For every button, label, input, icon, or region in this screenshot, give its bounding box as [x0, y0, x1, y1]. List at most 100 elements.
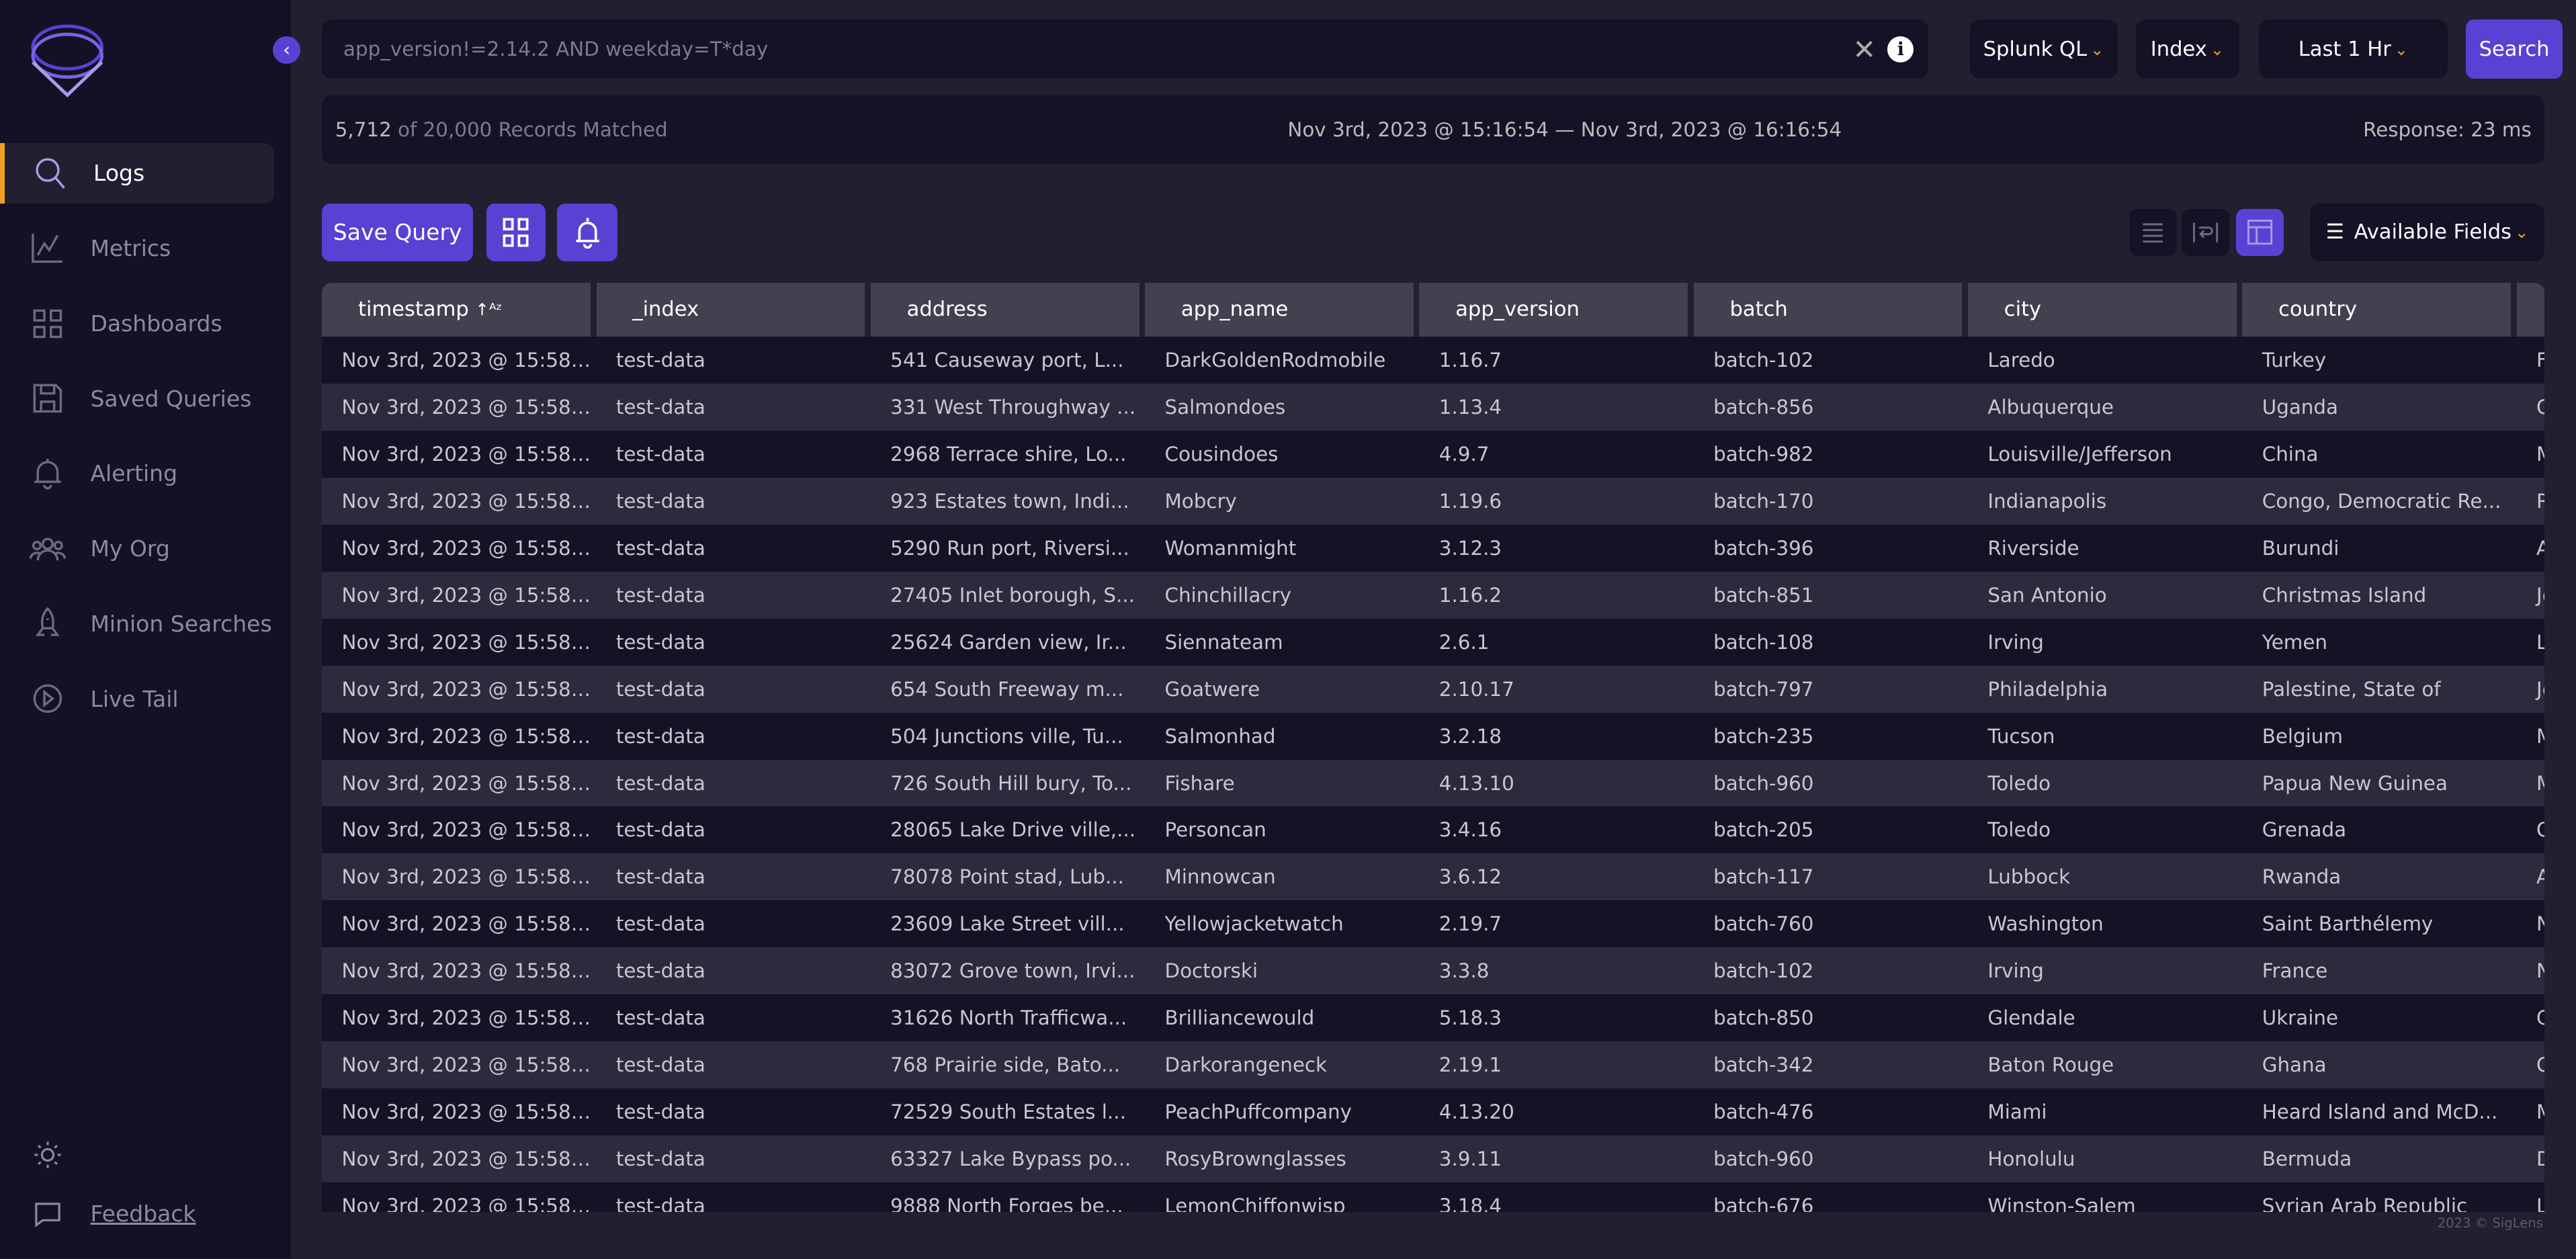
cell-address: 25624 Garden view, Ir...	[890, 630, 1127, 654]
cell-city: Albuquerque	[1987, 396, 2114, 419]
available-fields-dropdown[interactable]: ☰ Available Fields ⌄	[2309, 204, 2545, 261]
table-row[interactable]: Nov 3rd, 2023 @ 15:58:57 test-data 9888 No…	[322, 1182, 2545, 1213]
info-icon[interactable]: i	[1887, 36, 1914, 62]
column-header-timestamp[interactable]: timestamp ↑ᴬᶻ	[322, 282, 591, 337]
table-row[interactable]: Nov 3rd, 2023 @ 15:58:57 test-data 31626 N…	[322, 994, 2545, 1042]
cell-timestamp: Nov 3rd, 2023 @ 15:58:57	[341, 1100, 597, 1123]
cell-country: Heard Island and McD...	[2262, 1100, 2498, 1123]
column-header-app-name[interactable]: app_name	[1145, 282, 1414, 337]
table-row[interactable]: Nov 3rd, 2023 @ 15:58:57 test-data 504 Jun…	[322, 712, 2545, 760]
table-row[interactable]: Nov 3rd, 2023 @ 15:58:57 test-data 63327 L…	[322, 1135, 2545, 1182]
sidebar-item-saved-queries[interactable]: Saved Queries	[0, 368, 274, 429]
column-header-batch[interactable]: batch	[1693, 282, 1963, 337]
cell--index: test-data	[615, 396, 705, 419]
wrap-view-button[interactable]	[2181, 208, 2229, 257]
index-dropdown[interactable]: Index ⌄	[2135, 19, 2239, 79]
table-row[interactable]: Nov 3rd, 2023 @ 15:58:57 test-data 72529 S…	[322, 1088, 2545, 1135]
table-view-button[interactable]	[2235, 208, 2284, 257]
clear-icon[interactable]: ✕	[1852, 33, 1876, 66]
cell--index: test-data	[615, 1053, 705, 1077]
cell-batch: batch-982	[1713, 443, 1814, 466]
cell-timestamp: Nov 3rd, 2023 @ 15:58:57	[341, 489, 597, 513]
cell--index: test-data	[615, 1100, 705, 1123]
column-header-app-version[interactable]: app_version	[1419, 282, 1688, 337]
sun-icon[interactable]	[33, 1140, 62, 1170]
table-row[interactable]: Nov 3rd, 2023 @ 15:58:57 test-data 83072 G…	[322, 947, 2545, 995]
time-range-dropdown[interactable]: Last 1 Hr ⌄	[2258, 19, 2448, 79]
table-row[interactable]: Nov 3rd, 2023 @ 15:58:57 test-data 923 Est…	[322, 477, 2545, 525]
cell-address: 63327 Lake Bypass po...	[890, 1147, 1131, 1170]
query-text[interactable]: app_version!=2.14.2 AND weekday=T*day	[343, 38, 768, 60]
cell--index: test-data	[615, 1147, 705, 1170]
cell--index: test-data	[615, 677, 705, 701]
cell-app-name: Personcan	[1164, 818, 1266, 842]
cell-batch: batch-851	[1713, 583, 1814, 607]
sidebar-item-metrics[interactable]: Metrics	[0, 218, 274, 278]
sort-icon[interactable]: ↑ᴬᶻ	[476, 300, 503, 319]
sidebar-item-label: Logs	[93, 160, 145, 187]
table-row[interactable]: Nov 3rd, 2023 @ 15:58:57 test-data 78078 P…	[322, 853, 2545, 901]
collapse-sidebar-button[interactable]: ‹	[272, 36, 301, 64]
cell-batch: batch-856	[1713, 396, 1814, 419]
column-label: address	[906, 298, 988, 322]
sidebar-item-logs[interactable]: Logs	[0, 142, 275, 204]
table-row[interactable]: Nov 3rd, 2023 @ 15:58:57 test-data 2968 Te…	[322, 431, 2545, 478]
cell-app-name: DarkGoldenRodmobile	[1164, 349, 1386, 372]
cell-timestamp: Nov 3rd, 2023 @ 15:58:57	[341, 396, 597, 419]
table-row[interactable]: Nov 3rd, 2023 @ 15:58:57 test-data 27405 I…	[322, 571, 2545, 619]
table-row[interactable]: Nov 3rd, 2023 @ 15:58:57 test-data 654 Sou…	[322, 665, 2545, 713]
table-row[interactable]: Nov 3rd, 2023 @ 15:58:57 test-data 28065 L…	[322, 806, 2545, 854]
cell-app-version: 2.19.1	[1439, 1053, 1502, 1077]
cell-fi: Rob	[2517, 490, 2544, 513]
column-header-city[interactable]: city	[1968, 282, 2237, 337]
cell-country: Yemen	[2262, 630, 2327, 654]
column-header-fi[interactable]: fi	[2516, 282, 2545, 337]
sidebar: Logs Metrics Dashboards Saved Queries Alerti…	[0, 0, 291, 1258]
single-line-view-button[interactable]	[2129, 208, 2177, 257]
cell-fi: Mac	[2517, 1100, 2544, 1123]
search-input[interactable]: app_version!=2.14.2 AND weekday=T*day ✕ …	[322, 19, 1929, 79]
dashboard-button[interactable]	[486, 204, 546, 261]
column-label: app_version	[1455, 298, 1580, 322]
table-row[interactable]: Nov 3rd, 2023 @ 15:58:57 test-data 331 Wes…	[322, 384, 2545, 431]
cell-timestamp: Nov 3rd, 2023 @ 15:58:57	[341, 677, 597, 701]
cell-city: Riverside	[1987, 536, 2079, 560]
cell-country: Christmas Island	[2262, 583, 2427, 607]
table-row[interactable]: Nov 3rd, 2023 @ 15:58:57 test-data 726 Sou…	[322, 759, 2545, 807]
column-header--index[interactable]: _index	[596, 282, 865, 337]
table-row[interactable]: Nov 3rd, 2023 @ 15:58:57 test-data 541 Cau…	[322, 337, 2545, 384]
cell-fi: Joy	[2536, 677, 2544, 701]
query-language-dropdown[interactable]: Splunk QL ⌄	[1969, 19, 2118, 79]
column-header-country[interactable]: country	[2242, 282, 2511, 337]
cell-city: Glendale	[1987, 1006, 2075, 1030]
cell-country: Syrian Arab Republic	[2262, 1194, 2468, 1213]
table-row[interactable]: Nov 3rd, 2023 @ 15:58:57 test-data 25624 G…	[322, 618, 2545, 666]
column-label: app_name	[1180, 298, 1289, 322]
table-row[interactable]: Nov 3rd, 2023 @ 15:58:57 test-data 768 Pra…	[322, 1041, 2545, 1089]
sidebar-item-live-tail[interactable]: Live Tail	[0, 668, 274, 729]
search-button[interactable]: Search	[2465, 19, 2563, 79]
sidebar-item-dashboards[interactable]: Dashboards	[0, 293, 274, 353]
sidebar-item-my-org[interactable]: My Org	[0, 518, 274, 578]
cell--index: test-data	[615, 443, 705, 466]
cell-app-name: Goatwere	[1164, 677, 1260, 701]
cell-city: Tucson	[1987, 724, 2055, 748]
cell-fi: Nic	[2517, 959, 2544, 982]
cell-timestamp: Nov 3rd, 2023 @ 15:58:57	[341, 349, 597, 372]
cell-batch: batch-342	[1713, 1053, 1814, 1077]
sidebar-item-minion-searches[interactable]: Minion Searches	[0, 593, 274, 654]
feedback-link[interactable]: Feedback	[90, 1201, 196, 1227]
cell-country: Belgium	[2262, 724, 2343, 748]
table-row[interactable]: Nov 3rd, 2023 @ 15:58:57 test-data 23609 L…	[322, 900, 2545, 948]
save-query-button[interactable]: Save Query	[322, 204, 474, 261]
cell-fi: Nin	[2517, 912, 2544, 935]
cell-timestamp: Nov 3rd, 2023 @ 15:58:57	[341, 724, 597, 748]
sidebar-item-alerting[interactable]: Alerting	[0, 443, 274, 504]
column-header-address[interactable]: address	[870, 282, 1140, 337]
cell-timestamp: Nov 3rd, 2023 @ 15:58:57	[341, 771, 597, 795]
cell-app-version: 3.2.18	[1439, 724, 1502, 748]
table-row[interactable]: Nov 3rd, 2023 @ 15:58:57 test-data 5290 Ru…	[322, 524, 2545, 572]
alert-button[interactable]	[556, 204, 618, 261]
cell-city: Laredo	[1987, 349, 2055, 372]
checklist-icon: ☰	[2325, 220, 2344, 245]
